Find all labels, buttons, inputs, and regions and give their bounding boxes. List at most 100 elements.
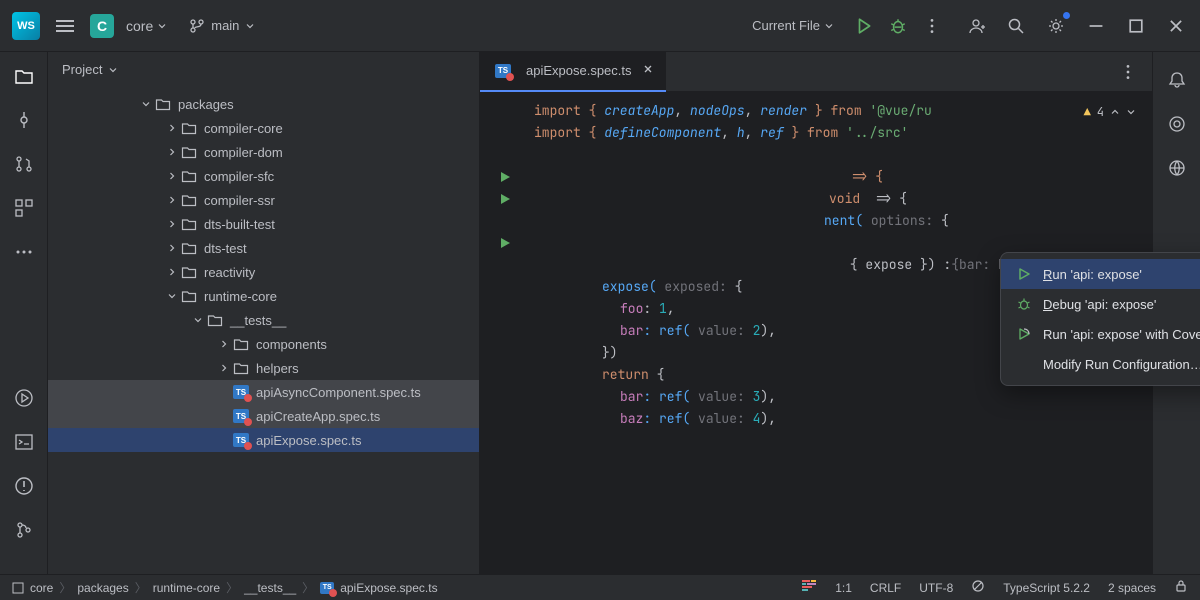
status-indent[interactable]: 2 spaces: [1108, 581, 1156, 595]
bug-icon: [1015, 295, 1033, 313]
tree-folder-dts-built-test[interactable]: dts-built-test: [48, 212, 479, 236]
folder-icon: [232, 359, 250, 377]
play-icon: [1015, 265, 1033, 283]
gutter-run-icon[interactable]: [480, 232, 530, 254]
tree-file-apiasynccomponent[interactable]: TSapiAsyncComponent.spec.ts: [48, 380, 479, 404]
vcs-branch-selector[interactable]: main: [189, 18, 255, 34]
statusbar: core〉 packages〉 runtime-core〉 __tests__〉…: [0, 574, 1200, 600]
folder-icon: [180, 215, 198, 233]
lock-icon[interactable]: [1174, 579, 1188, 596]
app-logo: WS: [12, 12, 40, 40]
branch-icon: [189, 18, 205, 34]
tree-folder-compiler-sfc[interactable]: compiler-sfc: [48, 164, 479, 188]
folder-icon: [154, 95, 172, 113]
status-language[interactable]: TypeScript 5.2.2: [1003, 581, 1090, 595]
breadcrumb[interactable]: core〉 packages〉 runtime-core〉 __tests__〉…: [12, 579, 438, 596]
debug-button[interactable]: [886, 14, 910, 38]
tree-folder-dts-test[interactable]: dts-test: [48, 236, 479, 260]
problems-tool-button[interactable]: [12, 474, 36, 498]
typescript-test-icon: TS: [232, 407, 250, 425]
editor-tab-apiexpose[interactable]: TS apiExpose.spec.ts: [480, 52, 666, 92]
editor-gutter[interactable]: [480, 100, 530, 254]
editor-area: TS apiExpose.spec.ts ▲ 4: [480, 52, 1152, 574]
menu-run-coverage[interactable]: Run 'api: expose' with Coverage: [1001, 319, 1200, 349]
project-tree[interactable]: packages compiler-core compiler-dom comp…: [48, 88, 479, 574]
project-selector[interactable]: core: [126, 18, 167, 34]
close-button[interactable]: [1164, 14, 1188, 38]
chevron-up-icon[interactable]: [1110, 107, 1120, 117]
folder-icon: [180, 119, 198, 137]
tree-file-apicreateapp[interactable]: TSapiCreateApp.spec.ts: [48, 404, 479, 428]
chevron-down-icon: [824, 21, 834, 31]
folder-icon: [180, 167, 198, 185]
tree-folder-components[interactable]: components: [48, 332, 479, 356]
typescript-test-icon: TS: [320, 582, 334, 594]
menu-debug-test[interactable]: Debug 'api: expose': [1001, 289, 1200, 319]
run-tool-button[interactable]: [12, 386, 36, 410]
search-button[interactable]: [1004, 14, 1028, 38]
warning-icon: ▲: [1084, 102, 1091, 122]
maximize-button[interactable]: [1124, 14, 1148, 38]
more-tools-button[interactable]: [12, 240, 36, 264]
more-actions-button[interactable]: [920, 14, 944, 38]
vcs-tool-button[interactable]: [12, 518, 36, 542]
close-tab-button[interactable]: [640, 61, 656, 80]
main-menu-button[interactable]: [52, 16, 78, 36]
tree-folder-runtime-core[interactable]: runtime-core: [48, 284, 479, 308]
folder-icon: [180, 143, 198, 161]
editor-tabs: TS apiExpose.spec.ts: [480, 52, 1152, 92]
menu-run-test[interactable]: RRun 'api: expose'un 'api: expose' Ctrl+…: [1001, 259, 1200, 289]
code-with-me-button[interactable]: [964, 14, 988, 38]
project-tool-button[interactable]: [12, 64, 36, 88]
tree-folder-helpers[interactable]: helpers: [48, 356, 479, 380]
tab-more-button[interactable]: [1116, 60, 1140, 84]
left-tool-rail: [0, 52, 48, 574]
tree-folder-packages[interactable]: packages: [48, 92, 479, 116]
tree-folder-compiler-ssr[interactable]: compiler-ssr: [48, 188, 479, 212]
folder-icon: [180, 287, 198, 305]
titlebar: WS C core main Current File: [0, 0, 1200, 52]
tree-folder-compiler-core[interactable]: compiler-core: [48, 116, 479, 140]
chevron-down-icon: [108, 65, 118, 75]
run-context-menu: RRun 'api: expose'un 'api: expose' Ctrl+…: [1000, 252, 1200, 386]
readonly-icon[interactable]: [971, 579, 985, 596]
gutter-run-icon[interactable]: [480, 166, 530, 188]
folder-icon: [180, 239, 198, 257]
chevron-down-icon[interactable]: [1126, 107, 1136, 117]
typescript-test-icon: TS: [494, 62, 512, 80]
module-icon: [12, 582, 24, 594]
tree-file-apiexpose[interactable]: TSapiExpose.spec.ts: [48, 428, 479, 452]
ai-assistant-button[interactable]: [1165, 112, 1189, 136]
run-button[interactable]: [852, 14, 876, 38]
tree-folder-compiler-dom[interactable]: compiler-dom: [48, 140, 479, 164]
status-line-ending[interactable]: CRLF: [870, 581, 901, 595]
chevron-down-icon: [157, 21, 167, 31]
typescript-test-icon: TS: [232, 431, 250, 449]
status-encoding[interactable]: UTF-8: [919, 581, 953, 595]
folder-icon: [206, 311, 224, 329]
settings-button[interactable]: [1044, 14, 1068, 38]
coverage-icon: [1015, 325, 1033, 343]
status-cursor-position[interactable]: 1:1: [835, 581, 852, 595]
project-panel-header[interactable]: Project: [48, 52, 479, 88]
folder-icon: [180, 191, 198, 209]
inspection-badge[interactable]: ▲ 4: [1084, 102, 1136, 122]
folder-icon: [232, 335, 250, 353]
project-badge[interactable]: C: [90, 14, 114, 38]
run-config-selector[interactable]: Current File: [744, 14, 842, 37]
tree-folder-tests[interactable]: __tests__: [48, 308, 479, 332]
web-button[interactable]: [1165, 156, 1189, 180]
structure-tool-button[interactable]: [12, 196, 36, 220]
folder-icon: [180, 263, 198, 281]
terminal-tool-button[interactable]: [12, 430, 36, 454]
minimize-button[interactable]: [1084, 14, 1108, 38]
chevron-down-icon: [245, 21, 255, 31]
typescript-test-icon: TS: [232, 383, 250, 401]
gutter-run-icon[interactable]: [480, 188, 530, 210]
notifications-button[interactable]: [1165, 68, 1189, 92]
menu-modify-config[interactable]: Modify Run Configuration…: [1001, 349, 1200, 379]
prettier-icon[interactable]: [801, 578, 817, 597]
tree-folder-reactivity[interactable]: reactivity: [48, 260, 479, 284]
pull-requests-tool-button[interactable]: [12, 152, 36, 176]
commit-tool-button[interactable]: [12, 108, 36, 132]
